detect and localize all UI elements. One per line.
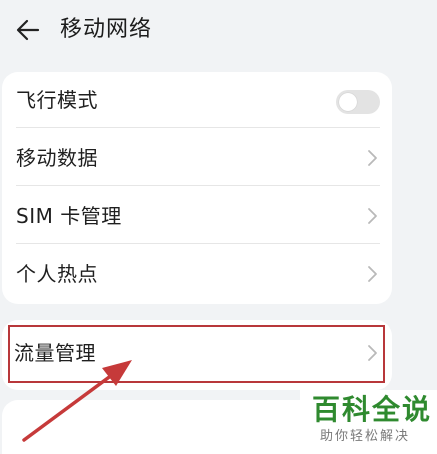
row-divider [16, 127, 380, 128]
settings-card: 飞行模式 移动数据 SIM 卡管理 个人热点 [2, 72, 392, 304]
sim-management-label: SIM 卡管理 [16, 204, 122, 228]
settings-row-sim-management[interactable]: SIM 卡管理 [2, 188, 392, 244]
toggle-knob [339, 93, 357, 111]
personal-hotspot-label: 个人热点 [16, 262, 98, 286]
chevron-right-icon [368, 150, 377, 166]
settings-row-airplane-mode[interactable]: 飞行模式 [2, 72, 392, 128]
back-arrow-icon[interactable] [14, 16, 42, 44]
mobile-data-label: 移动数据 [16, 146, 98, 170]
row-divider [16, 185, 380, 186]
top-bar: 移动网络 [0, 0, 437, 60]
watermark-logo: 百科全说 助你轻松解决 [300, 390, 437, 454]
traffic-management-label[interactable]: 流量管理 [14, 327, 96, 379]
settings-row-personal-hotspot[interactable]: 个人热点 [2, 246, 392, 302]
chevron-right-icon [368, 208, 377, 224]
airplane-mode-label: 飞行模式 [16, 88, 98, 112]
page-title: 移动网络 [60, 17, 153, 42]
chevron-right-icon [368, 266, 377, 282]
airplane-mode-toggle[interactable] [336, 90, 380, 114]
watermark-title: 百科全说 [312, 393, 433, 426]
row-divider [16, 243, 380, 244]
settings-row-mobile-data[interactable]: 移动数据 [2, 130, 392, 186]
watermark-subtitle: 助你轻松解决 [320, 429, 411, 444]
chevron-right-icon[interactable] [366, 344, 378, 362]
